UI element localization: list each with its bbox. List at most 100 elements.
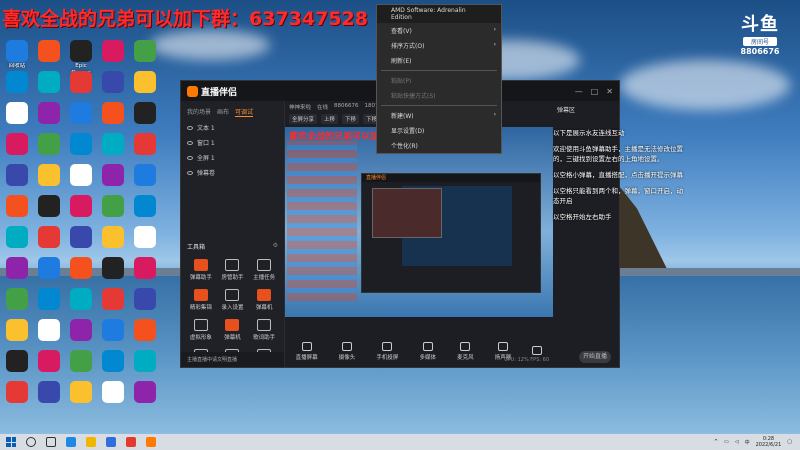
windows-start-icon[interactable] [6, 437, 16, 447]
desktop-icon[interactable] [130, 381, 160, 418]
menu-item-label: 粘贴快捷方式(S) [391, 93, 436, 100]
tool-label: 弹幕助手 [189, 275, 212, 281]
info-item: 神神来啦 [289, 105, 312, 111]
edge-icon[interactable] [66, 437, 76, 447]
gear-icon[interactable]: ⚙ [273, 242, 278, 251]
desktop-icon[interactable] [34, 381, 64, 418]
app-icon [102, 71, 124, 93]
context-menu-item[interactable]: 新建(W) › [377, 108, 501, 123]
scene-panel: 我的场景 画布 可调试 文本 1 窗口 1 全屏 1 弹幕卷 工具箱 ⚙ 弹幕助手 房管助手主… [181, 101, 285, 367]
app-icon [102, 257, 124, 279]
volume-icon[interactable]: ◁ [735, 439, 739, 445]
clock[interactable]: 0:28 2022/6/21 [756, 436, 782, 448]
app-icon [102, 381, 124, 403]
scene-tab[interactable]: 可调试 [235, 107, 254, 117]
close-icon[interactable]: ✕ [606, 87, 613, 96]
maximize-icon[interactable]: □ [591, 87, 599, 96]
toolbox-header: 工具箱 ⚙ [181, 238, 284, 255]
tool-button[interactable]: 主播任务 [248, 259, 280, 281]
desktop-icon-label [2, 404, 32, 418]
desktop-icon[interactable] [66, 381, 96, 418]
layer-item[interactable]: 全屏 1 [181, 150, 284, 165]
app-logo-icon [187, 85, 198, 97]
tool-button[interactable]: 录入设置 [217, 289, 249, 311]
desktop-icon[interactable] [98, 381, 128, 418]
source-icon [301, 341, 312, 351]
app-icon [70, 381, 92, 403]
tool-button[interactable]: 弹幕助手 [185, 259, 217, 281]
toolbar-button[interactable]: 下移 [342, 114, 360, 124]
info-item: 8806676 [334, 103, 359, 109]
tool-button[interactable]: 歌词助手 [248, 319, 280, 341]
store-icon[interactable] [106, 437, 116, 447]
system-tray: ^ ▭ ◁ 中 0:28 2022/6/21 ▢ [714, 436, 800, 448]
app-icon [6, 133, 28, 155]
tool-button[interactable]: 虚拟形象 [185, 319, 217, 341]
scene-tab[interactable]: 画布 [217, 107, 229, 117]
tool-label: 歌词助手 [253, 335, 276, 341]
toolbar-button[interactable]: 全屏分享 [289, 114, 318, 124]
context-menu-item[interactable]: 显示设置(D) [377, 123, 501, 138]
live-companion-taskbar-icon[interactable] [146, 437, 156, 447]
app-icon [134, 288, 156, 310]
info-item: 在线 [317, 105, 329, 111]
app-icon [6, 381, 28, 403]
stream-preview[interactable]: 喜欢全战的兄弟可以加下群：637347528 直播伴侣 [285, 127, 553, 317]
app-icon [134, 381, 156, 403]
tool-button[interactable]: 房管助手 [217, 259, 249, 281]
network-icon[interactable]: ▭ [724, 439, 729, 445]
context-menu-item: 粘贴(P) [377, 73, 501, 88]
task-view-icon[interactable] [46, 437, 56, 447]
opera-icon[interactable] [126, 437, 136, 447]
tool-button[interactable]: 弹幕机 [217, 319, 249, 341]
layer-item[interactable]: 文本 1 [181, 120, 284, 135]
promo-banner: 喜欢全战的兄弟可以加下群：637347528 [2, 8, 368, 30]
chat-message: 以下是展示水友连线互动 [553, 129, 625, 137]
layer-item[interactable]: 窗口 1 [181, 135, 284, 150]
layer-label: 窗口 1 [197, 140, 215, 147]
context-menu-item[interactable]: 排序方式(O) › [377, 38, 501, 53]
notification-icon[interactable]: ▢ [787, 439, 792, 445]
chevron-up-icon[interactable]: ^ [714, 439, 718, 445]
context-menu-item: 粘贴快捷方式(S) [377, 88, 501, 103]
menu-item-label: 粘贴(P) [391, 78, 412, 85]
search-icon[interactable] [26, 437, 36, 447]
eye-icon[interactable] [187, 170, 193, 175]
context-menu-item[interactable]: 个性化(R) [377, 138, 501, 153]
chat-message: 以空格小弹幕，直播搭配，点击播开提示弹幕 [553, 171, 683, 179]
menu-item-label: 新建(W) [391, 113, 414, 120]
app-icon [70, 288, 92, 310]
app-icon [102, 319, 124, 341]
layer-item[interactable]: 弹幕卷 [181, 165, 284, 180]
app-icon [6, 40, 28, 62]
eye-icon[interactable] [187, 125, 193, 130]
scene-tab[interactable]: 我的场景 [187, 107, 211, 117]
app-icon [70, 195, 92, 217]
tool-label: 弹幕机 [224, 335, 241, 341]
app-icon [38, 350, 60, 372]
app-icon [38, 288, 60, 310]
source-button[interactable] [532, 345, 543, 357]
context-menu-item[interactable]: 刷新(E) [377, 53, 501, 68]
eye-icon[interactable] [187, 140, 193, 145]
minimize-icon[interactable]: — [575, 87, 583, 96]
chevron-right-icon: › [493, 41, 496, 48]
room-tag: 房间号 [743, 37, 777, 46]
layer-list: 文本 1 窗口 1 全屏 1 弹幕卷 [181, 120, 284, 180]
context-menu-header[interactable]: AMD Software: Adrenalin Edition [377, 5, 501, 23]
language-indicator[interactable]: 中 [745, 439, 750, 446]
eye-icon[interactable] [187, 155, 193, 160]
nested-preview-inner [372, 188, 442, 238]
desktop-icon[interactable] [2, 381, 32, 418]
tool-button[interactable]: 弹幕机 [248, 289, 280, 311]
start-live-button[interactable]: 开始直播 [579, 351, 611, 363]
app-icon [70, 226, 92, 248]
file-explorer-icon[interactable] [86, 437, 96, 447]
chevron-right-icon: › [493, 26, 496, 33]
context-menu-item[interactable]: 查看(V) › [377, 23, 501, 38]
toolbox-title: 工具箱 [187, 244, 206, 251]
chat-message: 以空格只能看到两个和，弹幕，窗口开启，动态开启 [553, 187, 683, 205]
app-icon [6, 195, 28, 217]
toolbar-button[interactable]: 上移 [321, 114, 339, 124]
tool-button[interactable]: 精彩集锦 [185, 289, 217, 311]
